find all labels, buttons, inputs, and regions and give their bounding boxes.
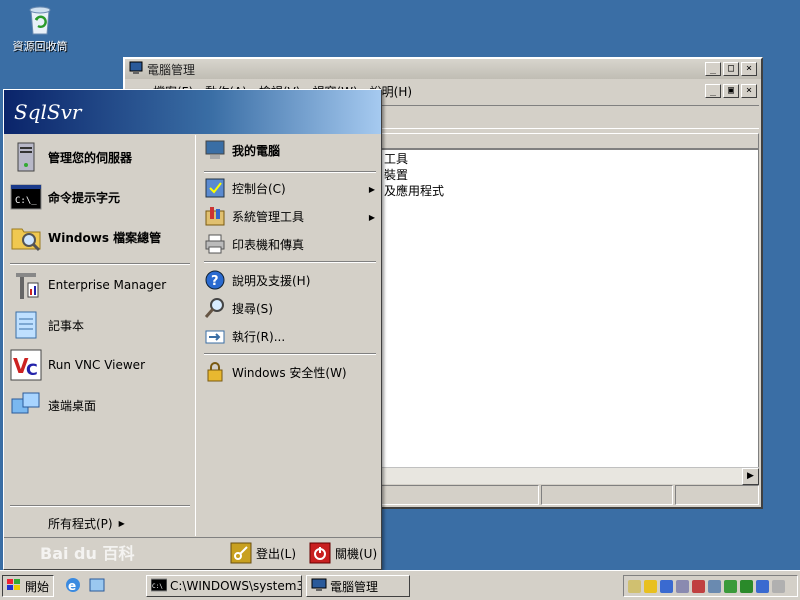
enterprise-manager-item[interactable]: Enterprise Manager: [10, 269, 166, 301]
explorer-icon: [10, 221, 42, 253]
network-status-icon[interactable]: [692, 579, 705, 593]
start-menu: SqlSvr 管理您的伺服器 C:\_ 命令提示字元 Windows 檔案總管: [3, 89, 382, 570]
svg-text:e: e: [68, 579, 76, 593]
arrow-right-icon: ▶: [118, 519, 125, 528]
window-titlebar[interactable]: 電腦管理: [125, 59, 761, 79]
sql-server-icon[interactable]: [708, 579, 721, 593]
pane-row[interactable]: 裝置: [384, 166, 408, 183]
lock-icon: [204, 361, 226, 383]
admin-tools-icon: [204, 205, 226, 227]
my-computer-item[interactable]: 我的電腦: [204, 139, 280, 161]
maximize-button[interactable]: □: [723, 62, 739, 76]
separator: [10, 263, 190, 265]
power-icon: [309, 542, 331, 564]
pane-row[interactable]: 工具: [384, 150, 408, 167]
windows-explorer-item[interactable]: Windows 檔案總管: [10, 221, 161, 253]
svg-text:?: ?: [211, 274, 219, 289]
printer-icon: [204, 233, 226, 255]
recycle-bin-label: 資源回收筒: [12, 40, 68, 53]
minimize-button[interactable]: _: [705, 62, 721, 76]
tray-icon[interactable]: [628, 579, 641, 593]
windows-logo-icon: [6, 578, 22, 595]
start-menu-header: SqlSvr: [4, 90, 381, 134]
arrow-right-icon: ▶: [368, 213, 375, 222]
internet-explorer-icon[interactable]: e: [64, 576, 82, 594]
run-item[interactable]: 執行(R)...: [204, 325, 285, 347]
manage-server-item[interactable]: 管理您的伺服器: [10, 141, 132, 173]
speaker-icon[interactable]: [772, 579, 785, 593]
recycle-bin-icon: [23, 2, 57, 36]
key-icon: [230, 542, 252, 564]
help-support-item[interactable]: ? 說明及支援(H): [204, 269, 310, 291]
monitor-icon[interactable]: [676, 579, 689, 593]
battery-icon[interactable]: [740, 579, 753, 593]
separator: [204, 353, 376, 355]
cmd-icon: C:\_: [10, 181, 42, 213]
control-panel-icon: [204, 177, 226, 199]
computer-management-icon: [129, 61, 143, 78]
windows-security-item[interactable]: Windows 安全性(W): [204, 361, 347, 383]
child-restore-button[interactable]: ▣: [723, 84, 739, 98]
system-tray: [623, 575, 798, 597]
network-icon[interactable]: [660, 579, 673, 593]
start-menu-right-column: 我的電腦 控制台(C) ▶ 系統管理工具 ▶ 印表機和傳真 ? 說明及支援(H)…: [198, 135, 381, 536]
remote-desktop-icon: [10, 389, 42, 421]
taskbar-computer-management[interactable]: 電腦管理: [306, 575, 410, 597]
quick-launch: e: [64, 576, 106, 594]
server-icon: [10, 141, 42, 173]
arrow-right-icon: ▶: [368, 185, 375, 194]
run-icon: [204, 325, 226, 347]
user-name: SqlSvr: [14, 100, 82, 124]
vnc-icon: VC: [10, 349, 42, 381]
start-button[interactable]: 開始: [2, 575, 54, 597]
logoff-button[interactable]: 登出(L): [230, 542, 296, 564]
close-button[interactable]: ×: [741, 62, 757, 76]
recycle-bin-shortcut[interactable]: 資源回收筒: [4, 2, 76, 54]
baidu-watermark: Bai du 百科: [40, 544, 135, 563]
svg-text:C:\: C:\: [152, 583, 163, 590]
display-icon[interactable]: [756, 579, 769, 593]
search-item[interactable]: 搜尋(S): [204, 297, 273, 319]
service-icon[interactable]: [724, 579, 737, 593]
svg-text:C:\_: C:\_: [15, 196, 37, 206]
svg-text:C: C: [26, 360, 38, 379]
remote-desktop-item[interactable]: 遠端桌面: [10, 389, 96, 421]
enterprise-manager-icon: [10, 269, 42, 301]
start-menu-left-column: 管理您的伺服器 C:\_ 命令提示字元 Windows 檔案總管 Enterpr…: [4, 135, 196, 536]
taskbar-cmd-window[interactable]: C:\ C:\WINDOWS\system32\...: [146, 575, 302, 597]
security-shield-icon[interactable]: [644, 579, 657, 593]
scroll-right-arrow-icon[interactable]: ▶: [742, 468, 759, 485]
separator: [10, 505, 190, 507]
notepad-item[interactable]: 記事本: [10, 309, 84, 341]
window-title: 電腦管理: [147, 62, 196, 77]
computer-management-icon: [311, 578, 327, 595]
child-minimize-button[interactable]: _: [705, 84, 721, 98]
show-desktop-icon[interactable]: [88, 576, 106, 594]
pane-row[interactable]: 及應用程式: [384, 182, 444, 199]
my-computer-icon: [204, 139, 226, 161]
printers-item[interactable]: 印表機和傳真: [204, 233, 304, 255]
vnc-viewer-item[interactable]: VC Run VNC Viewer: [10, 349, 145, 381]
admin-tools-item[interactable]: 系統管理工具: [204, 205, 304, 227]
cmd-icon: C:\: [150, 578, 168, 595]
taskbar: 開始 e C:\ C:\WINDOWS\system32\... 電腦管理: [0, 570, 800, 600]
control-panel-item[interactable]: 控制台(C): [204, 177, 286, 199]
child-close-button[interactable]: ×: [741, 84, 757, 98]
separator: [204, 261, 376, 263]
notepad-icon: [10, 309, 42, 341]
separator: [204, 171, 376, 173]
command-prompt-item[interactable]: C:\_ 命令提示字元: [10, 181, 120, 213]
search-icon: [204, 297, 226, 319]
shutdown-button[interactable]: 關機(U): [309, 542, 377, 564]
help-icon: ?: [204, 269, 226, 291]
all-programs-button[interactable]: 所有程式(P) ▶: [48, 515, 125, 532]
